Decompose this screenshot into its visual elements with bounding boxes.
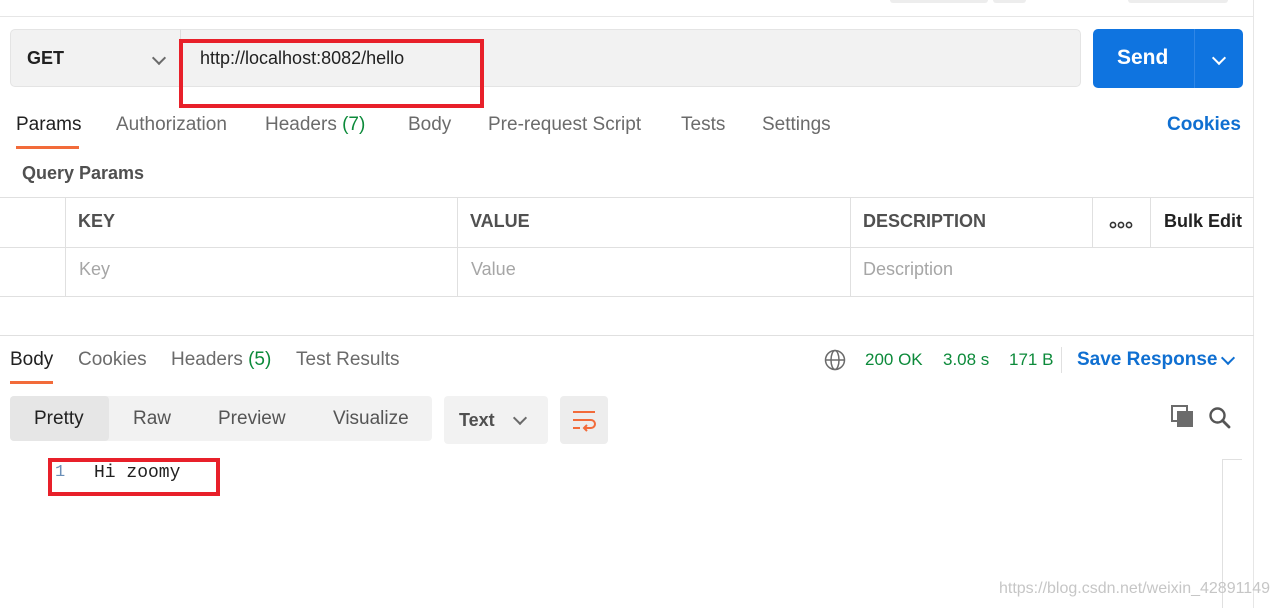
view-mode-raw[interactable]: Raw — [133, 408, 171, 430]
tab-body[interactable]: Body — [408, 114, 451, 136]
table-border — [0, 296, 1254, 297]
watermark: https://blog.csdn.net/weixin_42891149 — [998, 580, 1270, 597]
search-icon[interactable] — [1208, 406, 1232, 430]
view-mode-preview[interactable]: Preview — [218, 408, 286, 430]
table-border — [1092, 197, 1093, 247]
format-label: Text — [459, 410, 495, 430]
response-headers-label: Headers — [171, 349, 243, 370]
chevron-down-icon[interactable] — [1220, 350, 1236, 366]
tab-authorization[interactable]: Authorization — [116, 114, 227, 136]
tab-settings[interactable]: Settings — [762, 114, 831, 136]
response-headers-count: (5) — [248, 349, 272, 370]
tab-headers[interactable]: Headers (7) — [265, 114, 365, 136]
save-response-button[interactable]: Save Response — [1077, 349, 1217, 371]
response-tab-test-results[interactable]: Test Results — [296, 349, 399, 371]
response-divider — [0, 335, 1254, 336]
separator — [1061, 347, 1062, 373]
key-input[interactable]: Key — [79, 259, 110, 280]
response-highlight-annotation — [48, 458, 220, 496]
column-header-value: VALUE — [470, 211, 530, 231]
response-size[interactable]: 171 B — [1009, 350, 1053, 370]
top-divider — [0, 16, 1254, 17]
tab-headers-count: (7) — [342, 114, 366, 135]
top-toolbar-stub — [993, 0, 1026, 3]
copy-icon[interactable] — [1171, 405, 1195, 429]
active-tab-underline — [10, 381, 53, 384]
method-label: GET — [27, 48, 65, 68]
url-highlight-annotation — [179, 39, 484, 108]
top-toolbar-stub — [890, 0, 988, 3]
active-tab-underline — [16, 146, 79, 149]
response-tab-headers[interactable]: Headers (5) — [171, 349, 271, 371]
tab-headers-label: Headers — [265, 114, 337, 135]
query-params-title: Query Params — [22, 163, 145, 183]
table-border — [850, 197, 851, 297]
globe-icon[interactable] — [824, 349, 846, 371]
response-tab-cookies[interactable]: Cookies — [78, 349, 147, 371]
table-border — [0, 197, 1254, 198]
wrap-lines-button[interactable] — [560, 396, 608, 444]
value-input[interactable]: Value — [471, 259, 516, 280]
cookies-link[interactable]: Cookies — [1167, 114, 1241, 136]
table-border — [457, 197, 458, 297]
more-options-icon[interactable] — [1109, 217, 1133, 229]
send-divider — [1194, 29, 1195, 88]
tab-params[interactable]: Params — [16, 114, 81, 136]
table-border — [1150, 197, 1151, 247]
wrap-lines-icon — [573, 411, 596, 432]
view-mode-visualize[interactable]: Visualize — [333, 408, 409, 430]
status-code[interactable]: 200 OK — [865, 350, 923, 370]
response-tab-body[interactable]: Body — [10, 349, 53, 371]
panel-divider — [1253, 0, 1254, 608]
table-border — [65, 197, 66, 297]
tab-pre-request-script[interactable]: Pre-request Script — [488, 114, 641, 136]
view-mode-pretty-label: Pretty — [34, 408, 84, 429]
tab-tests[interactable]: Tests — [681, 114, 725, 136]
top-toolbar-stub — [1128, 0, 1228, 3]
bulk-edit-button[interactable]: Bulk Edit — [1164, 211, 1242, 232]
description-input[interactable]: Description — [863, 259, 953, 280]
response-time[interactable]: 3.08 s — [943, 350, 989, 370]
table-border — [0, 247, 1254, 248]
send-label: Send — [1117, 46, 1169, 69]
column-header-description: DESCRIPTION — [863, 211, 987, 231]
column-header-key: KEY — [78, 211, 116, 231]
